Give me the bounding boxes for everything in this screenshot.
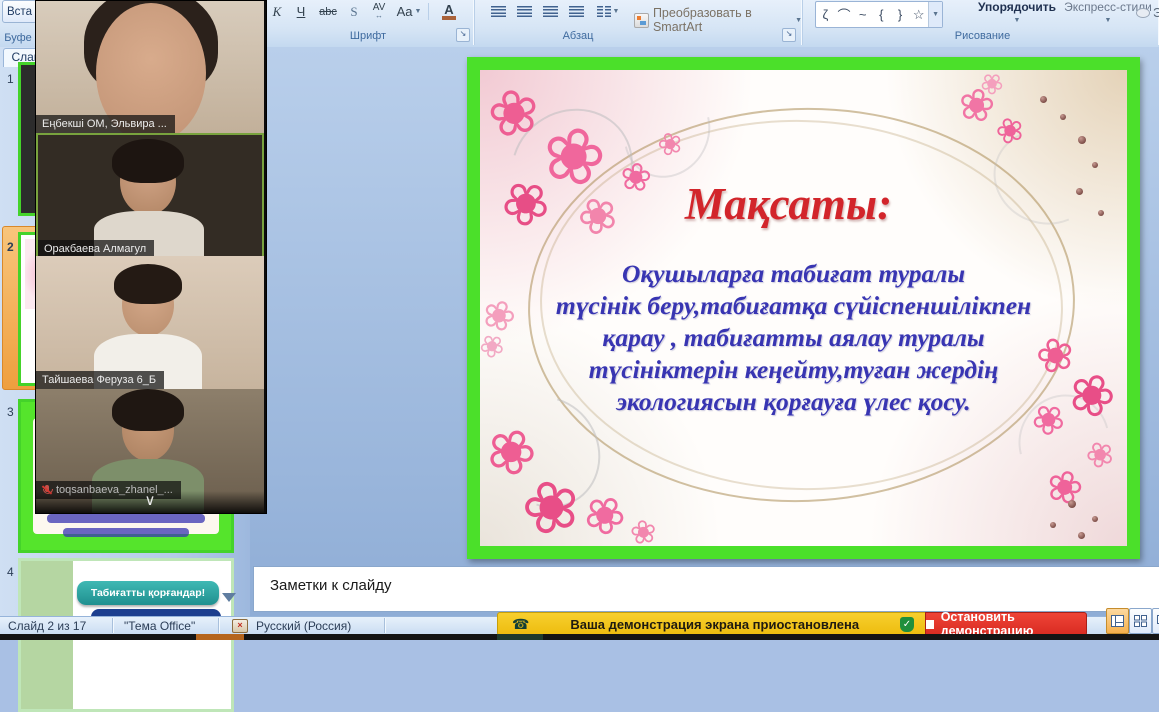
font-group-label: Шрифт xyxy=(262,30,474,42)
language-indicator[interactable]: Русский (Россия) xyxy=(256,619,351,633)
slide-3-number: 3 xyxy=(7,405,14,419)
thumbnail-text-bar xyxy=(47,514,205,523)
arrange-button[interactable]: Упорядочить ▼ xyxy=(972,1,1062,27)
clipboard-group-label: Буфе xyxy=(0,32,36,44)
drawing-group-label: Рисование xyxy=(806,30,1159,42)
change-case-button[interactable]: Aa▼ xyxy=(394,1,424,22)
bead xyxy=(1068,500,1076,508)
shapes-gallery-more-icon[interactable]: ▼ xyxy=(928,2,942,27)
slide-4-number: 4 xyxy=(7,565,14,579)
font-group: К Ч abc S AV ↔ Aa▼ A Шрифт ↘ xyxy=(262,0,475,45)
underline-button[interactable]: Ч xyxy=(290,1,312,22)
stop-icon xyxy=(926,620,934,629)
flower-icon: ❀ xyxy=(628,514,659,546)
slide-counter: Слайд 2 из 17 xyxy=(8,619,86,633)
screen-share-paused-banner: ☎ Ваша демонстрация экрана приостановлен… xyxy=(497,612,927,636)
align-center-button[interactable] xyxy=(512,1,536,22)
bead xyxy=(1092,516,1098,522)
justify-icon xyxy=(569,6,584,17)
bead xyxy=(1078,136,1086,144)
shapes-gallery[interactable]: ζ ⌒ ~ { } ☆ ▼ xyxy=(815,1,943,28)
effects-icon xyxy=(1136,8,1150,18)
columns-icon xyxy=(597,6,611,17)
dropdown-icon: ▼ xyxy=(972,14,1062,27)
font-dialog-launcher[interactable]: ↘ xyxy=(456,28,470,42)
pause-message: Ваша демонстрация экрана приостановлена xyxy=(529,617,900,632)
slide-sorter-icon xyxy=(1134,615,1147,627)
bead xyxy=(1060,114,1066,120)
person-figure xyxy=(114,264,182,304)
paste-button[interactable]: Вста xyxy=(2,0,37,23)
slide-canvas[interactable]: ❀ ❀ ❀ ❀ ❀ ❀ ❀ ❀ ❀ ❀ ❀ ❀ ❀ ❀ ❀ ❀ ❀ ❀ ❀ ❀ xyxy=(467,57,1140,559)
italic-button[interactable]: К xyxy=(266,1,288,22)
shield-check-icon: ✓ xyxy=(900,617,914,632)
person-figure xyxy=(112,389,184,431)
text-shadow-button[interactable]: S xyxy=(344,1,364,22)
align-right-icon xyxy=(543,6,558,17)
align-right-button[interactable] xyxy=(538,1,562,22)
participant-video-1[interactable]: Еңбекші ОМ, Эльвира ... xyxy=(36,1,264,133)
normal-view-button[interactable] xyxy=(1106,608,1129,634)
bead xyxy=(1078,532,1085,539)
divider xyxy=(384,618,385,633)
paragraph-dialog-launcher[interactable]: ↘ xyxy=(782,28,796,42)
slide-sorter-view-button[interactable] xyxy=(1129,608,1152,634)
smartart-icon xyxy=(634,13,649,28)
justify-button[interactable] xyxy=(564,1,588,22)
panel-scroll-down-arrow[interactable] xyxy=(222,593,236,602)
theme-name: "Тема Office" xyxy=(124,619,195,633)
dropdown-icon: ▼ xyxy=(613,8,620,15)
align-left-icon xyxy=(491,6,506,17)
person-figure xyxy=(96,3,206,133)
bead xyxy=(1050,522,1056,528)
taskbar-item xyxy=(497,634,543,640)
paragraph-group: ▼ Преобразовать в SmartArt ▼ Абзац ↘ xyxy=(478,0,803,45)
person-figure xyxy=(112,139,184,183)
slide-background: ❀ ❀ ❀ ❀ ❀ ❀ ❀ ❀ ❀ ❀ ❀ ❀ ❀ ❀ ❀ ❀ ❀ ❀ ❀ ❀ xyxy=(480,70,1127,546)
slide-1-number: 1 xyxy=(7,72,14,86)
participant-name-label: Еңбекші ОМ, Эльвира ... xyxy=(36,115,175,133)
taskbar-item xyxy=(196,634,244,640)
bead xyxy=(1040,96,1047,103)
slide-2-number: 2 xyxy=(7,240,14,254)
dropdown-icon: ▼ xyxy=(414,8,421,15)
divider xyxy=(428,3,429,20)
drawing-group: ζ ⌒ ~ { } ☆ ▼ Упорядочить ▼ Экспресс-сти… xyxy=(806,0,1159,45)
zoom-video-strip: Еңбекші ОМ, Эльвира ... Оракбаева Алмагу… xyxy=(35,0,267,514)
columns-button[interactable]: ▼ xyxy=(592,1,624,22)
taskbar-edge xyxy=(0,634,1159,640)
strikethrough-button[interactable]: abc xyxy=(314,1,342,22)
thumbnail-text-bar xyxy=(63,528,189,537)
spread-arrows-icon: ↔ xyxy=(375,12,383,20)
notes-pane[interactable]: Заметки к слайду xyxy=(253,566,1159,612)
stop-sharing-button[interactable]: Остановить демонстрацию xyxy=(925,612,1087,636)
slide-title[interactable]: Мақсаты: xyxy=(540,178,1037,230)
participant-video-3[interactable]: Тайшаева Феруза 6_Б xyxy=(36,256,264,389)
font-color-button[interactable]: A xyxy=(432,1,466,22)
chevron-down-icon: ∨ xyxy=(145,492,156,509)
divider xyxy=(112,618,113,633)
thumbnail-title-pill: Табиғатты қорғандар! xyxy=(77,581,219,605)
notes-placeholder: Заметки к слайду xyxy=(270,577,392,594)
slide-body-text[interactable]: Оқушыларға табиғат туралы түсінік беру,т… xyxy=(535,258,1052,418)
character-spacing-button[interactable]: AV ↔ xyxy=(366,1,392,22)
bead xyxy=(1098,210,1104,216)
divider xyxy=(218,618,219,633)
phone-icon: ☎ xyxy=(512,616,529,633)
participant-video-2[interactable]: Оракбаева Алмагул xyxy=(36,133,264,260)
font-color-swatch xyxy=(442,16,456,20)
participant-name-label: Тайшаева Феруза 6_Б xyxy=(36,371,164,389)
collapse-videos-button[interactable]: ∨ xyxy=(36,491,264,513)
bead xyxy=(1092,162,1098,168)
align-center-icon xyxy=(517,6,532,17)
bead xyxy=(1076,188,1083,195)
dropdown-icon: ▼ xyxy=(795,17,802,24)
slide-editor-area: ❀ ❀ ❀ ❀ ❀ ❀ ❀ ❀ ❀ ❀ ❀ ❀ ❀ ❀ ❀ ❀ ❀ ❀ ❀ ❀ xyxy=(250,47,1159,616)
normal-view-icon xyxy=(1111,615,1124,627)
shape-effects-button[interactable]: Эф xyxy=(1136,6,1159,20)
slideshow-view-button[interactable] xyxy=(1152,608,1159,634)
spell-check-icon[interactable]: × xyxy=(232,619,248,633)
paragraph-group-label: Абзац xyxy=(478,30,678,42)
align-left-button[interactable] xyxy=(486,1,510,22)
